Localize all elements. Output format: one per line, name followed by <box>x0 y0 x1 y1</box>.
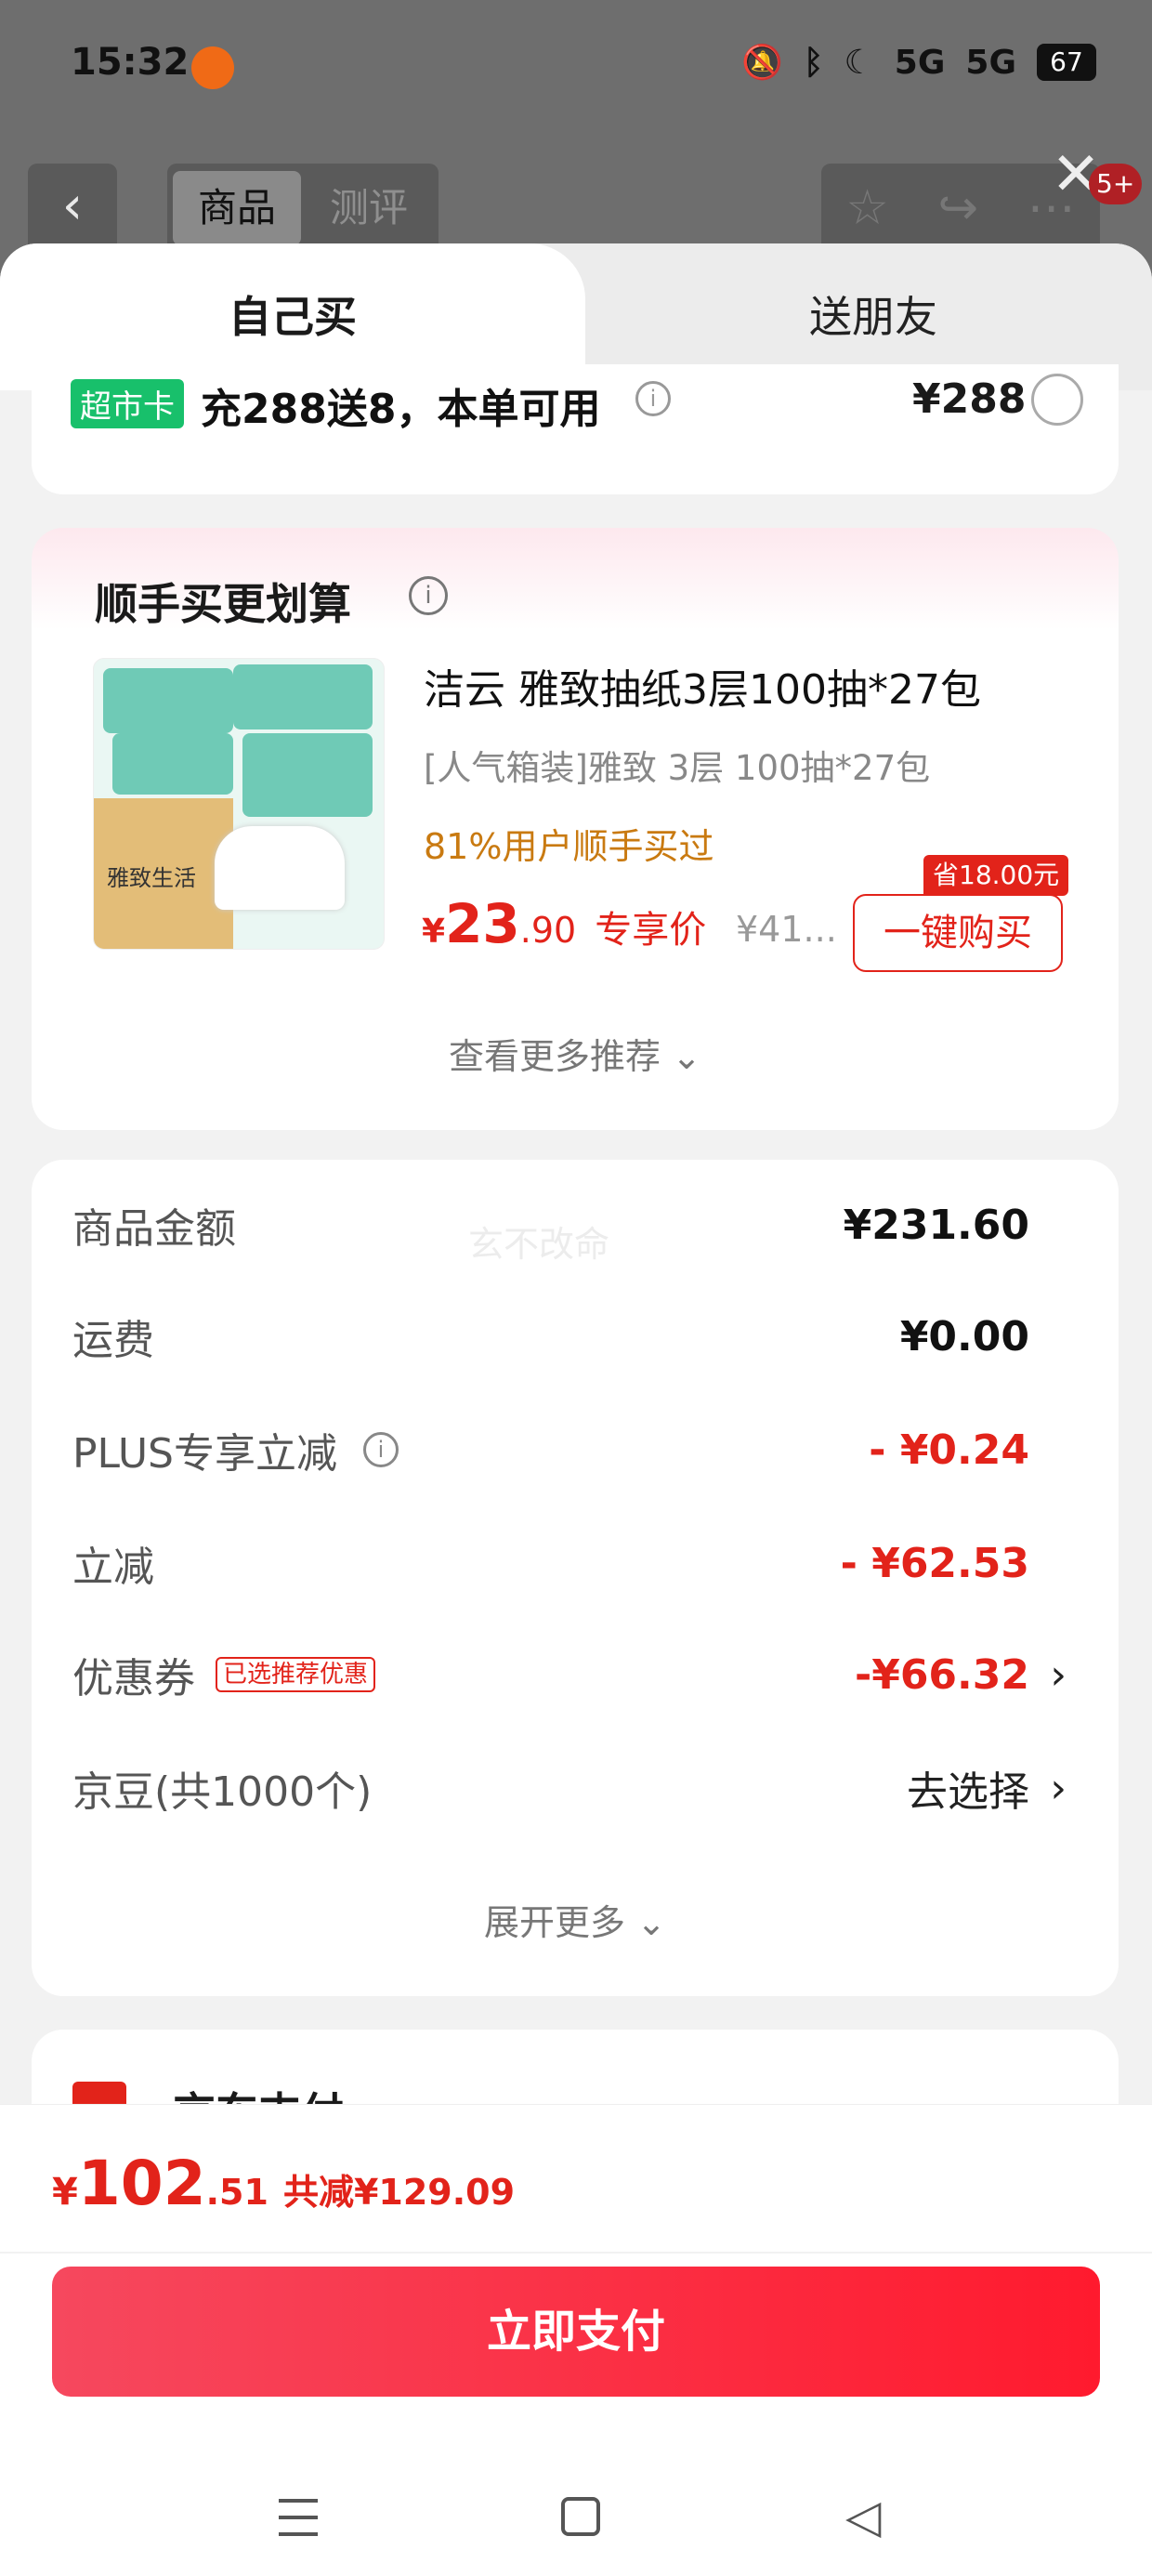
summary-value: ¥0.00 <box>899 1312 1029 1360</box>
summary-row-discount: 立减 - ¥62.53 <box>72 1526 1067 1600</box>
share-icon[interactable]: ↪ <box>938 180 979 236</box>
bluetooth-icon: ᛒ <box>803 43 824 82</box>
total-integer: 102 <box>77 2148 206 2219</box>
recommend-title: 顺手买更划算 <box>95 579 351 629</box>
info-icon[interactable]: i <box>409 576 448 615</box>
menu-icon[interactable] <box>279 2499 318 2536</box>
coupon-chip: 已选推荐优惠 <box>216 1657 376 1692</box>
chevron-left-icon: ‹ <box>61 176 84 236</box>
product-name[interactable]: 洁云 雅致抽纸3层100抽*27包 <box>424 656 981 716</box>
5g-signal-icon: 5G <box>965 43 1016 82</box>
app-notification-icon <box>191 46 234 89</box>
price-integer: 23 <box>445 892 520 955</box>
tab-review[interactable]: 测评 <box>305 171 433 245</box>
product-tabs: 商品 测评 <box>167 164 439 253</box>
expand-more[interactable]: 展开更多 ⌄ <box>32 1894 1119 1945</box>
product-subtitle: [人气箱装]雅致 3层 100抽*27包 <box>424 748 931 788</box>
moon-icon: ☾ <box>844 43 874 82</box>
summary-row-shipping: 运费 ¥0.00 <box>72 1299 1067 1373</box>
total-price: ¥ 102 .51 共减¥129.09 <box>52 2148 515 2219</box>
price-decimal: .90 <box>519 910 577 951</box>
system-nav-bar: ◁ <box>0 2490 1152 2555</box>
summary-row-goods: 商品金额 ¥231.60 <box>72 1188 1067 1262</box>
product-price: ¥ 23 .90 专享价 <box>422 892 706 955</box>
summary-label: 京豆(共1000个) <box>72 1768 373 1816</box>
product-top-nav: ‹ 商品 测评 ☆ ↪ ⋯ <box>0 164 1152 256</box>
choose-link: 去选择 <box>907 1768 1029 1816</box>
supermarket-card-price: ¥288 <box>912 375 1027 423</box>
total-decimal: .51 <box>205 2172 268 2213</box>
back-button[interactable]: ‹ <box>28 164 117 253</box>
summary-label: 商品金额 <box>72 1205 236 1253</box>
summary-value: -¥66.32 <box>854 1650 1029 1699</box>
summary-row-jingdou[interactable]: 京豆(共1000个) 去选择 › <box>72 1751 1067 1825</box>
original-price: ¥41... <box>736 909 837 950</box>
star-icon[interactable]: ☆ <box>845 180 889 236</box>
mute-icon: 🔕 <box>741 44 783 82</box>
back-triangle-icon[interactable]: ◁ <box>845 2493 881 2540</box>
price-label: 专享价 <box>595 909 707 952</box>
see-more-recommend[interactable]: 查看更多推荐 ⌄ <box>32 1028 1119 1079</box>
info-icon[interactable]: i <box>635 381 671 416</box>
recommend-card: 顺手买更划算 i 雅致生活 洁云 雅致抽纸3层100抽*27包 [人气箱装]雅致… <box>32 528 1119 1130</box>
supermarket-card-tag: 超市卡 <box>71 379 184 428</box>
total-saved: 共减¥129.09 <box>282 2172 516 2213</box>
summary-value: - ¥0.24 <box>869 1426 1029 1474</box>
summary-row-plus: PLUS专享立减 i - ¥0.24 <box>72 1413 1067 1487</box>
summary-label: 立减 <box>72 1544 154 1591</box>
one-click-buy-button[interactable]: 一键购买 <box>853 894 1063 972</box>
summary-label: 优惠券 <box>72 1655 195 1702</box>
summary-row-coupon[interactable]: 优惠券 已选推荐优惠 -¥66.32 › <box>72 1637 1067 1712</box>
product-image[interactable]: 雅致生活 <box>93 658 385 950</box>
price-symbol: ¥ <box>422 913 446 951</box>
status-bar: 15:32 🔕 ᛒ ☾ 5G 5G 67 <box>0 0 1152 139</box>
chevron-right-icon: › <box>1050 1650 1067 1699</box>
chevron-right-icon: › <box>1050 1764 1067 1812</box>
order-summary: 玄不改命 商品金额 ¥231.60 运费 ¥0.00 PLUS专享立减 i - … <box>32 1160 1119 1996</box>
summary-label: PLUS专享立减 <box>72 1430 337 1478</box>
supermarket-card-radio[interactable] <box>1031 374 1083 426</box>
battery-indicator: 67 <box>1037 44 1096 81</box>
summary-label: 运费 <box>72 1317 154 1364</box>
checkout-bar: ¥ 102 .51 共减¥129.09 立即支付 ◁ <box>0 2104 1152 2576</box>
5g-signal-icon: 5G <box>894 43 946 82</box>
product-hint: 81%用户顺手买过 <box>424 826 714 867</box>
home-icon[interactable] <box>561 2497 600 2536</box>
total-symbol: ¥ <box>52 2171 78 2214</box>
divider <box>0 2252 1152 2254</box>
box-print: 雅致生活 <box>107 865 196 891</box>
supermarket-card-row[interactable]: 超市卡 充288送8，本单可用 i ¥288 <box>32 364 1119 494</box>
summary-value: ¥231.60 <box>843 1201 1029 1249</box>
message-badge: 5+ <box>1089 164 1143 204</box>
save-badge: 省18.00元 <box>923 855 1069 896</box>
supermarket-card-text: 充288送8，本单可用 <box>201 386 601 433</box>
status-icons: 🔕 ᛒ ☾ 5G 5G 67 <box>741 43 1096 82</box>
status-time: 15:32 <box>71 41 190 84</box>
info-icon[interactable]: i <box>363 1432 399 1467</box>
tab-product[interactable]: 商品 <box>173 171 301 245</box>
summary-value: - ¥62.53 <box>840 1539 1029 1587</box>
pay-now-button[interactable]: 立即支付 <box>52 2267 1100 2397</box>
